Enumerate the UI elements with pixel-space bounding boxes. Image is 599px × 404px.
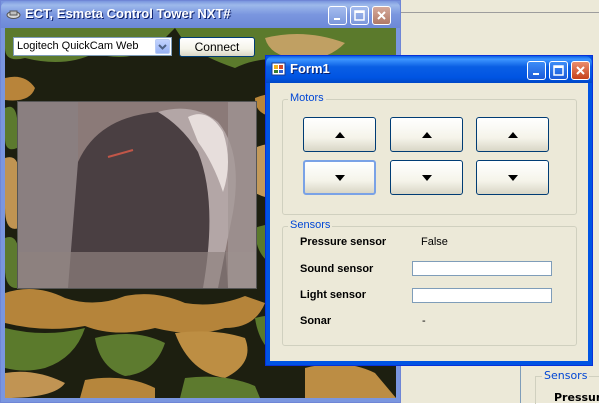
motor-c-up-button[interactable] — [476, 117, 549, 152]
arrow-up-icon — [421, 131, 432, 138]
connect-button[interactable]: Connect — [179, 37, 255, 57]
sonar-value: - — [422, 315, 426, 327]
sound-sensor-field[interactable] — [412, 261, 552, 276]
ect-window-title: ECT, Esmeta Control Tower NXT# — [25, 6, 231, 21]
background-pressure-label: Pressur — [554, 391, 599, 404]
motors-legend: Motors — [288, 92, 326, 104]
camera-select[interactable]: Logitech QuickCam Web — [13, 37, 172, 56]
arrow-down-icon — [334, 174, 345, 181]
form1-window: Form1 Motors Sensors Pressure sensor Fal… — [265, 55, 593, 366]
arrow-up-icon — [507, 131, 518, 138]
ect-titlebar[interactable]: ECT, Esmeta Control Tower NXT# — [1, 1, 400, 28]
motor-a-up-button[interactable] — [303, 117, 376, 152]
arrow-down-icon — [421, 174, 432, 181]
form1-client-area: Motors Sensors Pressure sensor False Sou… — [270, 83, 588, 361]
sonar-label: Sonar — [300, 315, 332, 327]
form1-titlebar[interactable]: Form1 — [266, 56, 592, 83]
sensors-legend: Sensors — [288, 219, 333, 231]
minimize-icon — [334, 18, 340, 20]
motor-a-down-button[interactable] — [303, 160, 376, 195]
dropdown-arrow-button[interactable] — [155, 39, 170, 54]
light-sensor-field[interactable] — [412, 288, 552, 303]
form-app-icon — [271, 62, 286, 76]
form1-window-title: Form1 — [290, 61, 330, 76]
minimize-button[interactable] — [527, 61, 546, 80]
close-button[interactable] — [571, 61, 590, 80]
arrow-down-icon — [507, 174, 518, 181]
background-sensors-legend: Sensors — [542, 369, 590, 382]
light-sensor-label: Light sensor — [300, 289, 367, 301]
minimize-icon — [533, 73, 539, 75]
close-button[interactable] — [372, 6, 391, 25]
minimize-button[interactable] — [328, 6, 347, 25]
pressure-sensor-value: False — [421, 236, 448, 248]
background-window-divider — [398, 12, 599, 13]
camera-select-value: Logitech QuickCam Web — [17, 40, 139, 52]
webcam-image — [18, 102, 256, 288]
sound-sensor-label: Sound sensor — [300, 263, 374, 275]
motor-c-down-button[interactable] — [476, 160, 549, 195]
camera-video-frame — [17, 101, 257, 289]
maximize-icon — [354, 10, 365, 21]
arrow-up-icon — [334, 131, 345, 138]
motors-group: Motors — [282, 92, 577, 215]
sensors-group: Sensors Pressure sensor False Sound sens… — [282, 219, 577, 346]
motor-b-up-button[interactable] — [390, 117, 463, 152]
motor-b-down-button[interactable] — [390, 160, 463, 195]
maximize-button[interactable] — [350, 6, 369, 25]
maximize-icon — [553, 65, 564, 76]
maximize-button[interactable] — [549, 61, 568, 80]
pressure-sensor-label: Pressure sensor — [300, 236, 387, 248]
close-icon — [377, 11, 386, 20]
background-sensors-group: Sensors Pressur — [535, 369, 599, 404]
close-icon — [576, 66, 585, 75]
chevron-down-icon — [158, 44, 167, 50]
lego-app-icon — [6, 10, 21, 19]
